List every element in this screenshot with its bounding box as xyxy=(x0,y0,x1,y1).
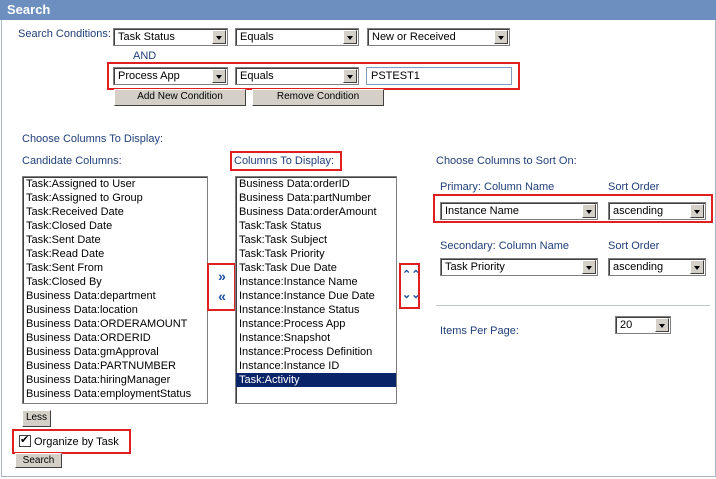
remove-condition-button[interactable]: Remove Condition xyxy=(252,89,384,106)
secondary-order-select[interactable]: ascending xyxy=(608,258,706,276)
primary-order-value: ascending xyxy=(613,205,664,217)
window-title: Search xyxy=(7,2,51,17)
primary-column-select[interactable]: Instance Name xyxy=(440,202,598,220)
display-columns-list[interactable]: Business Data:orderID Business Data:partN… xyxy=(235,176,397,404)
window-title-bar: Search xyxy=(0,0,716,20)
chevron-down-icon xyxy=(212,30,226,44)
sort-heading: Choose Columns to Sort On: xyxy=(436,155,577,167)
list-item[interactable]: Task:Activity xyxy=(236,373,396,387)
condition1-field-select[interactable]: Task Status xyxy=(113,28,228,46)
chevron-down-icon xyxy=(494,30,508,44)
move-up-icon[interactable]: ⌃⌃ xyxy=(402,268,420,284)
display-columns-label: Columns To Display: xyxy=(234,155,335,167)
secondary-column-label: Secondary: Column Name xyxy=(440,240,570,252)
condition1-value-text: New or Received xyxy=(372,31,456,43)
condition2-field-select[interactable]: Process App xyxy=(113,67,228,85)
list-item[interactable]: Instance:Process App xyxy=(236,317,396,331)
organize-by-task-checkbox[interactable] xyxy=(19,433,31,447)
list-item[interactable]: Business Data:gmApproval xyxy=(23,345,207,359)
move-down-icon[interactable]: ⌄⌄ xyxy=(402,288,420,304)
list-item[interactable]: Task:Sent From xyxy=(23,261,207,275)
remove-column-icon[interactable]: « xyxy=(213,288,231,304)
list-item[interactable]: Business Data:ORDERID xyxy=(23,331,207,345)
candidate-columns-label: Candidate Columns: xyxy=(22,155,122,167)
list-item[interactable]: Task:Task Status xyxy=(236,219,396,233)
condition1-value-select[interactable]: New or Received xyxy=(367,28,510,46)
chevron-down-icon xyxy=(690,204,704,218)
chevron-down-icon xyxy=(212,69,226,83)
list-item[interactable]: Task:Read Date xyxy=(23,247,207,261)
list-item[interactable]: Instance:Instance ID xyxy=(236,359,396,373)
choose-columns-heading: Choose Columns To Display: xyxy=(22,133,164,145)
chevron-down-icon xyxy=(343,30,357,44)
condition2-value-input[interactable]: PSTEST1 xyxy=(366,67,512,85)
list-item[interactable]: Business Data:hiringManager xyxy=(23,373,207,387)
list-item[interactable]: Task:Received Date xyxy=(23,205,207,219)
list-item[interactable]: Instance:Process Definition xyxy=(236,345,396,359)
list-item[interactable]: Instance:Instance Due Date xyxy=(236,289,396,303)
list-item[interactable]: Task:Assigned to Group xyxy=(23,191,207,205)
secondary-column-select[interactable]: Task Priority xyxy=(440,258,598,276)
list-item[interactable]: Business Data:location xyxy=(23,303,207,317)
chevron-down-icon xyxy=(582,260,596,274)
and-label: AND xyxy=(133,50,157,62)
chevron-down-icon xyxy=(582,204,596,218)
condition1-operator-value: Equals xyxy=(240,31,274,43)
list-item[interactable]: Instance:Instance Status xyxy=(236,303,396,317)
list-item[interactable]: Task:Closed By xyxy=(23,275,207,289)
chevron-down-icon xyxy=(690,260,704,274)
candidate-columns-list[interactable]: Task:Assigned to User Task:Assigned to Gr… xyxy=(22,176,208,404)
list-item[interactable]: Business Data:orderID xyxy=(236,177,396,191)
list-item[interactable]: Task:Assigned to User xyxy=(23,177,207,191)
condition2-value-text: PSTEST1 xyxy=(371,70,420,82)
list-item[interactable]: Task:Closed Date xyxy=(23,219,207,233)
chevron-down-icon xyxy=(343,69,357,83)
list-item[interactable]: Business Data:ORDERAMOUNT xyxy=(23,317,207,331)
condition2-operator-value: Equals xyxy=(240,70,274,82)
condition2-field-value: Process App xyxy=(118,70,180,82)
list-item[interactable]: Business Data:PARTNUMBER xyxy=(23,359,207,373)
condition1-operator-select[interactable]: Equals xyxy=(235,28,359,46)
primary-column-label: Primary: Column Name xyxy=(440,181,555,193)
search-conditions-label: Search Conditions: xyxy=(18,28,111,40)
list-item[interactable]: Task:Task Priority xyxy=(236,247,396,261)
search-button[interactable]: Search xyxy=(15,453,62,468)
list-item[interactable]: Business Data:partNumber xyxy=(236,191,396,205)
items-per-page-label: Items Per Page: xyxy=(440,325,519,337)
list-item[interactable]: Task:Sent Date xyxy=(23,233,207,247)
list-item[interactable]: Task:Task Due Date xyxy=(236,261,396,275)
secondary-order-label: Sort Order xyxy=(608,240,660,252)
chevron-down-icon xyxy=(655,318,669,332)
list-item[interactable]: Task:Task Subject xyxy=(236,233,396,247)
list-item[interactable]: Business Data:department xyxy=(23,289,207,303)
primary-column-value: Instance Name xyxy=(445,205,519,217)
list-item[interactable]: Instance:Snapshot xyxy=(236,331,396,345)
sort-divider xyxy=(436,305,710,306)
list-item[interactable]: Business Data:employmentStatus xyxy=(23,387,207,401)
secondary-order-value: ascending xyxy=(613,261,664,273)
less-button[interactable]: Less xyxy=(22,410,51,427)
items-per-page-value: 20 xyxy=(620,319,633,331)
secondary-column-value: Task Priority xyxy=(445,261,505,273)
add-condition-button[interactable]: Add New Condition xyxy=(114,89,246,106)
items-per-page-select[interactable]: 20 xyxy=(615,316,671,334)
add-column-icon[interactable]: » xyxy=(213,268,231,284)
condition1-field-value: Task Status xyxy=(118,31,175,43)
primary-order-select[interactable]: ascending xyxy=(608,202,706,220)
list-item[interactable]: Instance:Instance Name xyxy=(236,275,396,289)
primary-order-label: Sort Order xyxy=(608,181,660,193)
organize-by-task-label: Organize by Task xyxy=(34,436,119,448)
condition2-operator-select[interactable]: Equals xyxy=(235,67,359,85)
list-item[interactable]: Business Data:orderAmount xyxy=(236,205,396,219)
